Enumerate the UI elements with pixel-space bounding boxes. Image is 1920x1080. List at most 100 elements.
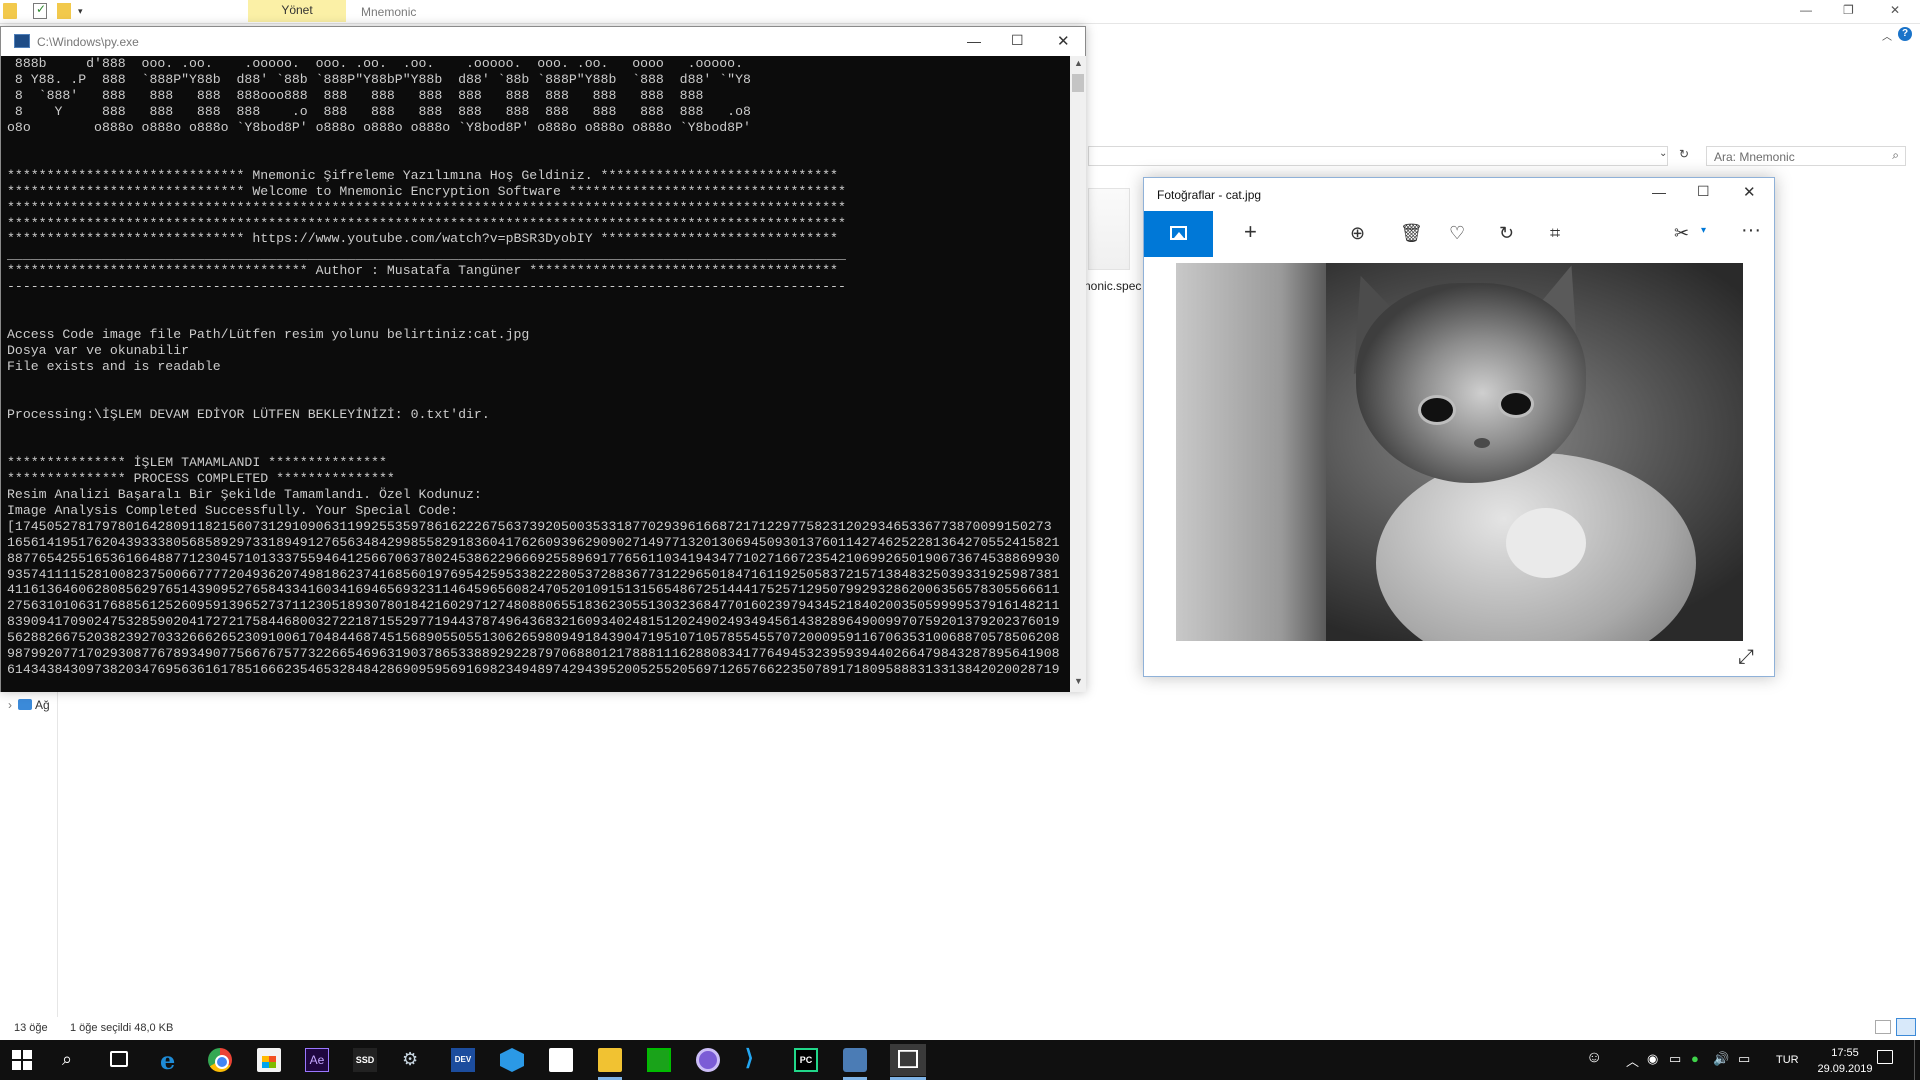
- console-line: ****************************************…: [7, 215, 846, 231]
- photos-close-button[interactable]: ✕: [1743, 183, 1756, 201]
- after-effects-icon[interactable]: Ae: [305, 1048, 329, 1072]
- console-line: ************************************** A…: [7, 263, 838, 279]
- steam-tray-icon[interactable]: ◉: [1647, 1051, 1658, 1067]
- console-minimize-button[interactable]: —: [967, 33, 981, 49]
- favorite-heart-icon[interactable]: ♡: [1449, 223, 1465, 244]
- purple-app-icon[interactable]: [696, 1048, 720, 1072]
- kitten-eye: [1501, 393, 1531, 415]
- add-icon[interactable]: +: [1244, 219, 1257, 245]
- taskbar-search-icon[interactable]: ⌕: [62, 1049, 86, 1073]
- console-line: File exists and is readable: [7, 359, 221, 375]
- explorer-search-input[interactable]: Ara: Mnemonic ⌕: [1706, 146, 1906, 166]
- network-tray-icon[interactable]: ▭: [1669, 1051, 1681, 1067]
- pycharm-icon[interactable]: PC: [794, 1048, 818, 1072]
- hexagon-app-icon[interactable]: [500, 1048, 524, 1072]
- start-button[interactable]: [12, 1050, 32, 1070]
- green-app-icon[interactable]: [647, 1048, 671, 1072]
- ssd-tool-icon[interactable]: SSD: [353, 1048, 377, 1072]
- folder-icon[interactable]: [3, 3, 17, 19]
- ribbon-manage-tab[interactable]: Yönet: [248, 0, 346, 22]
- clock[interactable]: 17:55 29.09.2019: [1816, 1045, 1874, 1077]
- chrome-icon[interactable]: [208, 1048, 232, 1072]
- kitten-eye: [1421, 398, 1453, 422]
- explorer-minimize-button[interactable]: —: [1800, 3, 1812, 17]
- explorer-restore-button[interactable]: ❐: [1843, 3, 1854, 17]
- console-line: 9879920771702930877678934907756676757732…: [7, 646, 1060, 662]
- nvidia-tray-icon[interactable]: ●: [1691, 1051, 1699, 1066]
- photos-maximize-button[interactable]: ☐: [1697, 183, 1710, 200]
- collapse-ribbon-icon[interactable]: ︿: [1882, 28, 1892, 43]
- properties-icon[interactable]: [33, 2, 47, 19]
- fullscreen-expand-icon[interactable]: ⤢: [1738, 646, 1754, 669]
- more-options-icon[interactable]: ···: [1741, 219, 1761, 242]
- console-titlebar[interactable]: C:\Windows\py.exe — ☐ ✕: [1, 27, 1085, 56]
- vscode-icon[interactable]: ⟩: [745, 1045, 769, 1070]
- console-line: 888b d'888 ooo. .oo. .ooooo. ooo. .oo. .…: [7, 56, 743, 71]
- explorer-window-title: Mnemonic: [361, 5, 417, 19]
- scroll-down-icon[interactable]: ▼: [1074, 676, 1083, 686]
- console-maximize-button[interactable]: ☐: [1011, 32, 1024, 49]
- document-app-icon[interactable]: [549, 1048, 573, 1072]
- photos-minimize-button[interactable]: —: [1652, 184, 1666, 200]
- search-icon[interactable]: ⌕: [1892, 148, 1899, 163]
- console-output[interactable]: 888b d'888 ooo. .oo. .ooooo. ooo. .oo. .…: [1, 56, 1070, 692]
- file-icon[interactable]: [1088, 188, 1130, 270]
- crop-icon[interactable]: ⌗: [1550, 223, 1560, 244]
- see-all-photos-button[interactable]: [1144, 211, 1213, 257]
- zoom-icon[interactable]: ⊕: [1350, 223, 1365, 244]
- windows-logo-icon: [12, 1050, 21, 1059]
- console-line: ________________________________________…: [7, 247, 846, 263]
- dev-cpp-icon[interactable]: DEV: [451, 1048, 475, 1072]
- file-label[interactable]: nonic.spec: [1084, 279, 1141, 293]
- console-line: ****************************** https://w…: [7, 231, 838, 247]
- console-scrollbar[interactable]: ▲ ▼: [1070, 56, 1086, 692]
- console-line: 8 Y88. .P 888 `888P"Y88b d88' `88b `888P…: [7, 71, 751, 87]
- store-icon[interactable]: [257, 1048, 281, 1072]
- steam-icon[interactable]: ⚙: [402, 1049, 426, 1073]
- scroll-thumb[interactable]: [1072, 74, 1084, 92]
- new-folder-icon[interactable]: [57, 3, 71, 19]
- edit-create-icon[interactable]: ✂: [1674, 223, 1689, 244]
- windows-logo-icon: [23, 1061, 32, 1070]
- scroll-up-icon[interactable]: ▲: [1074, 58, 1083, 68]
- console-close-button[interactable]: ✕: [1057, 32, 1070, 50]
- customize-quick-access-chevron-icon[interactable]: ▾: [78, 6, 92, 22]
- photos-window: Fotoğraflar - cat.jpg — ☐ ✕ + ⊕ 🗑 ♡ ↻ ⌗ …: [1143, 177, 1775, 677]
- explorer-close-button[interactable]: ✕: [1890, 3, 1900, 17]
- edge-icon[interactable]: e: [160, 1046, 184, 1075]
- windows-logo-icon: [23, 1050, 32, 1059]
- details-view-icon[interactable]: [1875, 1020, 1891, 1034]
- python-launcher-icon[interactable]: [843, 1048, 867, 1072]
- people-icon[interactable]: ☺: [1586, 1049, 1602, 1067]
- battery-icon[interactable]: ▭: [1738, 1051, 1750, 1067]
- nav-item-network[interactable]: › Ağ: [8, 698, 50, 712]
- rotate-icon[interactable]: ↻: [1499, 223, 1514, 244]
- address-history-chevron-icon[interactable]: ⌄: [1659, 148, 1667, 159]
- action-center-icon[interactable]: [1877, 1050, 1893, 1064]
- help-icon[interactable]: ?: [1898, 27, 1912, 41]
- address-bar[interactable]: [1088, 146, 1668, 166]
- refresh-icon[interactable]: ↻: [1679, 147, 1689, 161]
- input-language[interactable]: TUR: [1776, 1054, 1799, 1066]
- edit-menu-chevron-icon[interactable]: ▾: [1701, 225, 1706, 236]
- console-line: Processing:\İŞLEM DEVAM EDİYOR LÜTFEN BE…: [7, 406, 490, 422]
- photos-app-icon[interactable]: [890, 1044, 926, 1076]
- displayed-cat-photo[interactable]: [1176, 263, 1743, 641]
- console-line: 8 Y 888 888 888 888 .o 888 888 888 888 8…: [7, 103, 751, 119]
- delete-icon[interactable]: 🗑: [1400, 223, 1423, 244]
- expand-chevron-icon[interactable]: ›: [8, 698, 12, 712]
- show-desktop-button[interactable]: [1914, 1040, 1920, 1080]
- task-view-icon[interactable]: [110, 1051, 128, 1067]
- file-explorer-icon[interactable]: [598, 1048, 622, 1072]
- console-window: C:\Windows\py.exe — ☐ ✕ 888b d'888 ooo. …: [0, 26, 1086, 692]
- photo-background: [1176, 263, 1326, 641]
- large-icons-view-icon[interactable]: [1896, 1018, 1916, 1036]
- show-hidden-icons-chevron-icon[interactable]: ︿: [1626, 1051, 1639, 1070]
- clock-time: 17:55: [1831, 1047, 1859, 1059]
- volume-icon[interactable]: 🔊: [1713, 1051, 1729, 1067]
